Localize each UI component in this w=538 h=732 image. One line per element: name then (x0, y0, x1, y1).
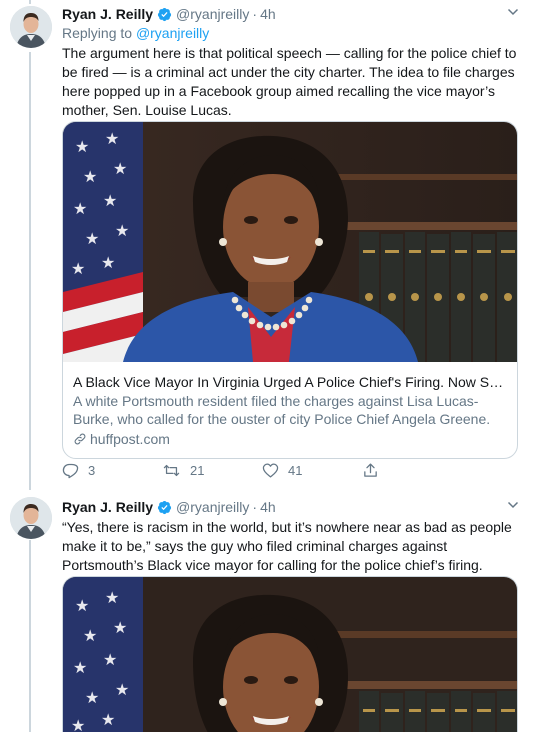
card-body: A Black Vice Mayor In Virginia Urged A P… (63, 362, 517, 458)
svg-text:★: ★ (103, 652, 117, 669)
card-title: A Black Vice Mayor In Virginia Urged A P… (73, 374, 505, 390)
link-card[interactable]: ★ ★ ★ ★ ★ ★ ★ ★ ★ ★ A Black Vice Mayor I… (62, 121, 518, 459)
tweet-header: Ryan J. Reilly @ryanjreilly · 4h (62, 5, 520, 23)
tweet-text: “Yes, there is racism in the world, but … (62, 519, 512, 573)
retweet-icon (163, 464, 180, 476)
replying-to: Replying to @ryanjreilly (62, 24, 520, 42)
replying-to-label: Replying to (62, 25, 133, 41)
like-icon (262, 462, 279, 478)
tweet-text: The argument here is that political spee… (62, 45, 517, 118)
svg-text:★: ★ (113, 620, 127, 637)
svg-text:★: ★ (101, 712, 115, 729)
tweet-header: Ryan J. Reilly @ryanjreilly · 4h (62, 498, 520, 516)
like-count: 41 (288, 462, 303, 478)
svg-text:★: ★ (105, 590, 119, 607)
action-bar: 3 21 41 (62, 460, 462, 480)
svg-text:★: ★ (115, 223, 129, 240)
author-name[interactable]: Ryan J. Reilly (62, 498, 153, 516)
chevron-down-icon[interactable] (506, 498, 520, 512)
svg-text:★: ★ (75, 139, 89, 156)
card-description: A white Portsmouth resident filed the ch… (73, 393, 491, 427)
svg-text:★: ★ (73, 201, 87, 218)
avatar[interactable] (10, 497, 52, 539)
chevron-down-icon[interactable] (506, 5, 520, 19)
share-icon (364, 462, 377, 477)
retweet-count: 21 (190, 462, 205, 478)
card-domain: huffpost.com (73, 430, 505, 448)
svg-text:★: ★ (105, 131, 119, 148)
retweet-button[interactable]: 21 (162, 460, 262, 480)
share-button[interactable] (362, 460, 462, 480)
reply-icon (62, 463, 79, 478)
verified-badge-icon (157, 7, 172, 21)
separator-dot: · (252, 499, 258, 515)
author-handle[interactable]: @ryanjreilly (176, 5, 249, 23)
tweet-2[interactable]: Ryan J. Reilly @ryanjreilly · 4h “Yes, t… (0, 490, 538, 732)
author-name[interactable]: Ryan J. Reilly (62, 5, 153, 23)
reply-button[interactable]: 3 (62, 460, 162, 480)
verified-badge-icon (157, 500, 172, 514)
replying-to-mention[interactable]: @ryanjreilly (136, 25, 209, 41)
reply-count: 3 (88, 462, 96, 478)
svg-text:★: ★ (85, 690, 99, 707)
svg-text:★: ★ (85, 231, 99, 248)
like-button[interactable]: 41 (262, 460, 362, 480)
tweet-image[interactable]: ★ ★ ★ ★ ★ ★ ★ ★ ★ ★ (62, 576, 518, 732)
link-icon (74, 433, 86, 445)
timestamp[interactable]: 4h (260, 498, 276, 516)
svg-text:★: ★ (113, 161, 127, 178)
svg-text:★: ★ (103, 193, 117, 210)
svg-text:★: ★ (83, 628, 97, 645)
svg-text:★: ★ (75, 598, 89, 615)
svg-text:★: ★ (101, 255, 115, 272)
separator-dot: · (252, 6, 258, 22)
avatar[interactable] (10, 6, 52, 48)
card-image: ★ ★ ★ ★ ★ ★ ★ ★ ★ ★ (63, 122, 517, 362)
timestamp[interactable]: 4h (260, 5, 276, 23)
tweet-1[interactable]: Ryan J. Reilly @ryanjreilly · 4h Replyin… (0, 0, 538, 490)
svg-text:★: ★ (83, 169, 97, 186)
card-domain-text: huffpost.com (90, 431, 170, 447)
svg-text:★: ★ (71, 261, 85, 278)
svg-text:★: ★ (73, 660, 87, 677)
svg-text:★: ★ (71, 718, 85, 732)
svg-text:★: ★ (115, 682, 129, 699)
author-handle[interactable]: @ryanjreilly (176, 498, 249, 516)
